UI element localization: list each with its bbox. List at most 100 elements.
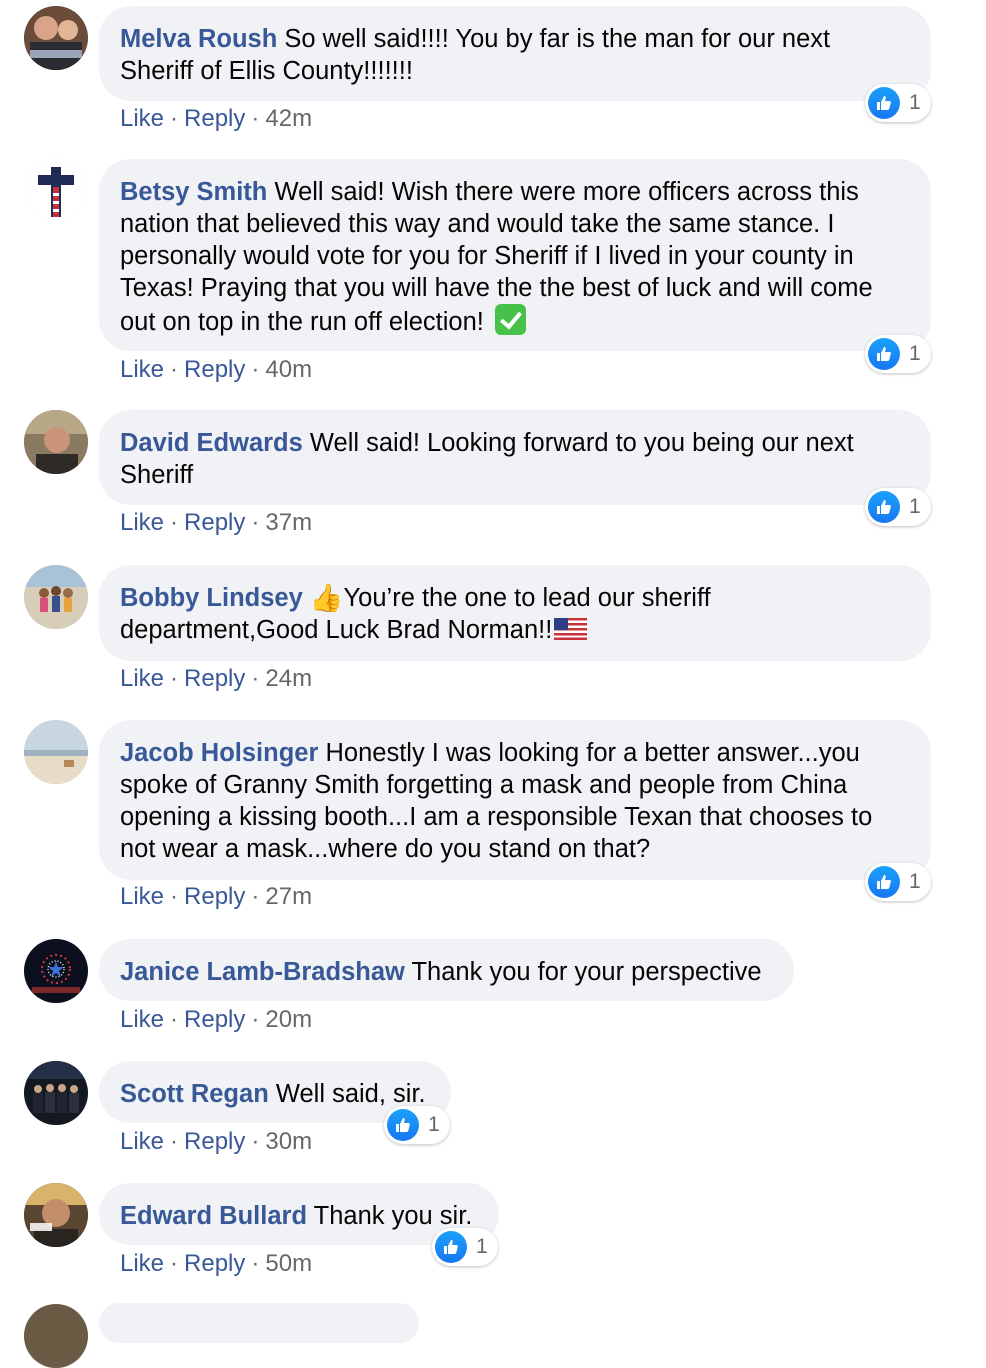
thumbs-up-icon — [868, 866, 900, 898]
timestamp[interactable]: 37m — [265, 509, 312, 536]
comment-author[interactable]: Melva Roush — [120, 25, 277, 53]
separator: · — [251, 1128, 260, 1155]
reply-link[interactable]: Reply — [184, 665, 245, 692]
comment-actions: Like · Reply · 50m — [120, 1249, 312, 1279]
like-link[interactable]: Like — [120, 509, 164, 536]
like-link[interactable]: Like — [120, 105, 164, 132]
separator: · — [170, 356, 179, 383]
profile-photo-icon — [24, 565, 88, 629]
comment-author[interactable]: Jacob Holsinger — [120, 739, 318, 767]
like-link[interactable]: Like — [120, 1250, 164, 1277]
profile-photo-icon — [24, 1183, 88, 1247]
reaction-badge[interactable]: 1 — [384, 1106, 450, 1144]
separator: · — [251, 665, 260, 692]
comment-author[interactable]: Scott Regan — [120, 1080, 269, 1108]
beach-photo-icon — [24, 720, 88, 784]
separator: · — [170, 1250, 179, 1277]
like-link[interactable]: Like — [120, 1128, 164, 1155]
thumbs-up-icon — [387, 1109, 419, 1141]
separator: · — [251, 1250, 260, 1277]
avatar[interactable] — [24, 410, 88, 474]
timestamp[interactable]: 27m — [265, 883, 312, 910]
cross-flag-icon — [24, 159, 88, 223]
reaction-count: 1 — [909, 870, 921, 893]
comment-author[interactable]: Edward Bullard — [120, 1202, 307, 1230]
reply-link[interactable]: Reply — [184, 356, 245, 383]
comment-author[interactable]: Betsy Smith — [120, 178, 267, 206]
comment-bubble: David Edwards Well said! Looking forward… — [99, 410, 931, 505]
avatar[interactable] — [24, 939, 88, 1003]
reply-link[interactable]: Reply — [184, 1006, 245, 1033]
reaction-badge[interactable]: 1 — [865, 335, 931, 373]
timestamp[interactable]: 24m — [265, 665, 312, 692]
separator: · — [170, 665, 179, 692]
next-comment-bubble-partial — [99, 1303, 419, 1343]
reaction-badge[interactable]: 1 — [432, 1228, 498, 1266]
comment-actions: Like · Reply · 20m — [120, 1005, 312, 1035]
reaction-count: 1 — [428, 1113, 440, 1136]
reaction-badge[interactable]: 1 — [865, 84, 931, 122]
reply-link[interactable]: Reply — [184, 883, 245, 910]
reply-link[interactable]: Reply — [184, 1250, 245, 1277]
avatar[interactable] — [24, 6, 88, 70]
like-link[interactable]: Like — [120, 883, 164, 910]
comment-text: Thank you for your perspective — [411, 958, 762, 986]
profile-photo-icon — [24, 6, 88, 70]
like-link[interactable]: Like — [120, 665, 164, 692]
next-comment-avatar-partial[interactable] — [24, 1304, 88, 1368]
reply-link[interactable]: Reply — [184, 1128, 245, 1155]
separator: · — [170, 1128, 179, 1155]
fireworks-photo-icon — [24, 939, 88, 1003]
avatar[interactable] — [24, 159, 88, 223]
separator: · — [170, 509, 179, 536]
timestamp[interactable]: 40m — [265, 356, 312, 383]
comment-bubble: Janice Lamb-Bradshaw Thank you for your … — [99, 939, 794, 1001]
comment-author[interactable]: David Edwards — [120, 429, 303, 457]
reaction-count: 1 — [909, 342, 921, 365]
reaction-badge[interactable]: 1 — [865, 488, 931, 526]
comment-actions: Like · Reply · 40m — [120, 355, 312, 385]
profile-photo-icon — [24, 410, 88, 474]
avatar[interactable] — [24, 565, 88, 629]
comment-text: Thank you sir. — [313, 1202, 473, 1230]
thumbs-up-emoji-icon: 👍 — [309, 583, 344, 613]
avatar[interactable] — [24, 720, 88, 784]
separator: · — [251, 509, 260, 536]
us-flag-icon — [554, 618, 588, 640]
timestamp[interactable]: 42m — [265, 105, 312, 132]
separator: · — [170, 883, 179, 910]
avatar[interactable] — [24, 1061, 88, 1125]
comment-author[interactable]: Bobby Lindsey — [120, 584, 303, 612]
comment-actions: Like · Reply · 37m — [120, 508, 312, 538]
reaction-count: 1 — [909, 91, 921, 114]
timestamp[interactable]: 30m — [265, 1128, 312, 1155]
reply-link[interactable]: Reply — [184, 105, 245, 132]
thumbs-up-icon — [868, 338, 900, 370]
separator: · — [170, 105, 179, 132]
thumbs-up-icon — [435, 1231, 467, 1263]
reply-link[interactable]: Reply — [184, 509, 245, 536]
comment-actions: Like · Reply · 30m — [120, 1127, 312, 1157]
like-link[interactable]: Like — [120, 356, 164, 383]
comment-author[interactable]: Janice Lamb-Bradshaw — [120, 958, 405, 986]
comment-text: Well said, sir. — [275, 1080, 426, 1108]
separator: · — [170, 1006, 179, 1033]
comment-actions: Like · Reply · 27m — [120, 882, 312, 912]
separator: · — [251, 356, 260, 383]
separator: · — [251, 883, 260, 910]
timestamp[interactable]: 20m — [265, 1006, 312, 1033]
thumbs-up-icon — [868, 491, 900, 523]
avatar[interactable] — [24, 1183, 88, 1247]
thumbs-up-icon — [868, 87, 900, 119]
comment-actions: Like · Reply · 24m — [120, 664, 312, 694]
reaction-count: 1 — [476, 1235, 488, 1258]
comment-bubble: Jacob Holsinger Honestly I was looking f… — [99, 720, 931, 880]
like-link[interactable]: Like — [120, 1006, 164, 1033]
separator: · — [251, 1006, 260, 1033]
timestamp[interactable]: 50m — [265, 1250, 312, 1277]
group-photo-icon — [24, 1061, 88, 1125]
comment-bubble: Melva Roush So well said!!!! You by far … — [99, 6, 931, 101]
separator: · — [251, 105, 260, 132]
reaction-badge[interactable]: 1 — [865, 863, 931, 901]
reaction-count: 1 — [909, 495, 921, 518]
